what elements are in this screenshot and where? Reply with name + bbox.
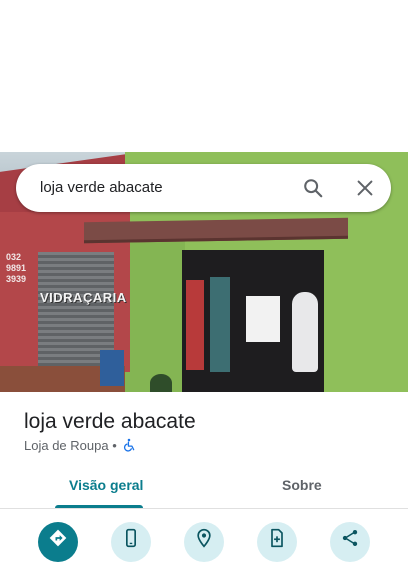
tab-overview[interactable]: Visão geral: [69, 477, 143, 493]
potted-plant: [150, 374, 172, 392]
tab-about[interactable]: Sobre: [282, 477, 322, 493]
close-icon[interactable]: [354, 177, 376, 199]
add-document-icon: [271, 528, 283, 548]
blank-top-area: [0, 0, 408, 152]
call-button[interactable]: [111, 522, 151, 562]
wall-sign: 032 9891 3939: [6, 252, 27, 284]
search-icon[interactable]: [302, 177, 324, 199]
save-location-button[interactable]: [184, 522, 224, 562]
search-bar[interactable]: loja verde abacate: [16, 164, 391, 212]
subtitle-separator: •: [112, 438, 117, 453]
directions-icon: [49, 529, 67, 547]
search-query[interactable]: loja verde abacate: [40, 179, 163, 196]
directions-button[interactable]: [38, 522, 78, 562]
place-category: Loja de Roupa: [24, 438, 109, 453]
trash-bin: [100, 350, 124, 386]
place-name: loja verde abacate: [24, 410, 196, 433]
place-subtitle: Loja de Roupa •: [24, 438, 136, 453]
shutter-sign: VIDRAÇARIA: [40, 290, 127, 305]
location-pin-icon: [197, 528, 211, 548]
mannequin: [292, 292, 318, 372]
phone-icon: [126, 528, 136, 548]
wheelchair-accessible-icon: [122, 438, 136, 452]
add-to-list-button[interactable]: [257, 522, 297, 562]
share-button[interactable]: [330, 522, 370, 562]
tabs-divider: [0, 508, 408, 509]
share-icon: [342, 530, 358, 546]
